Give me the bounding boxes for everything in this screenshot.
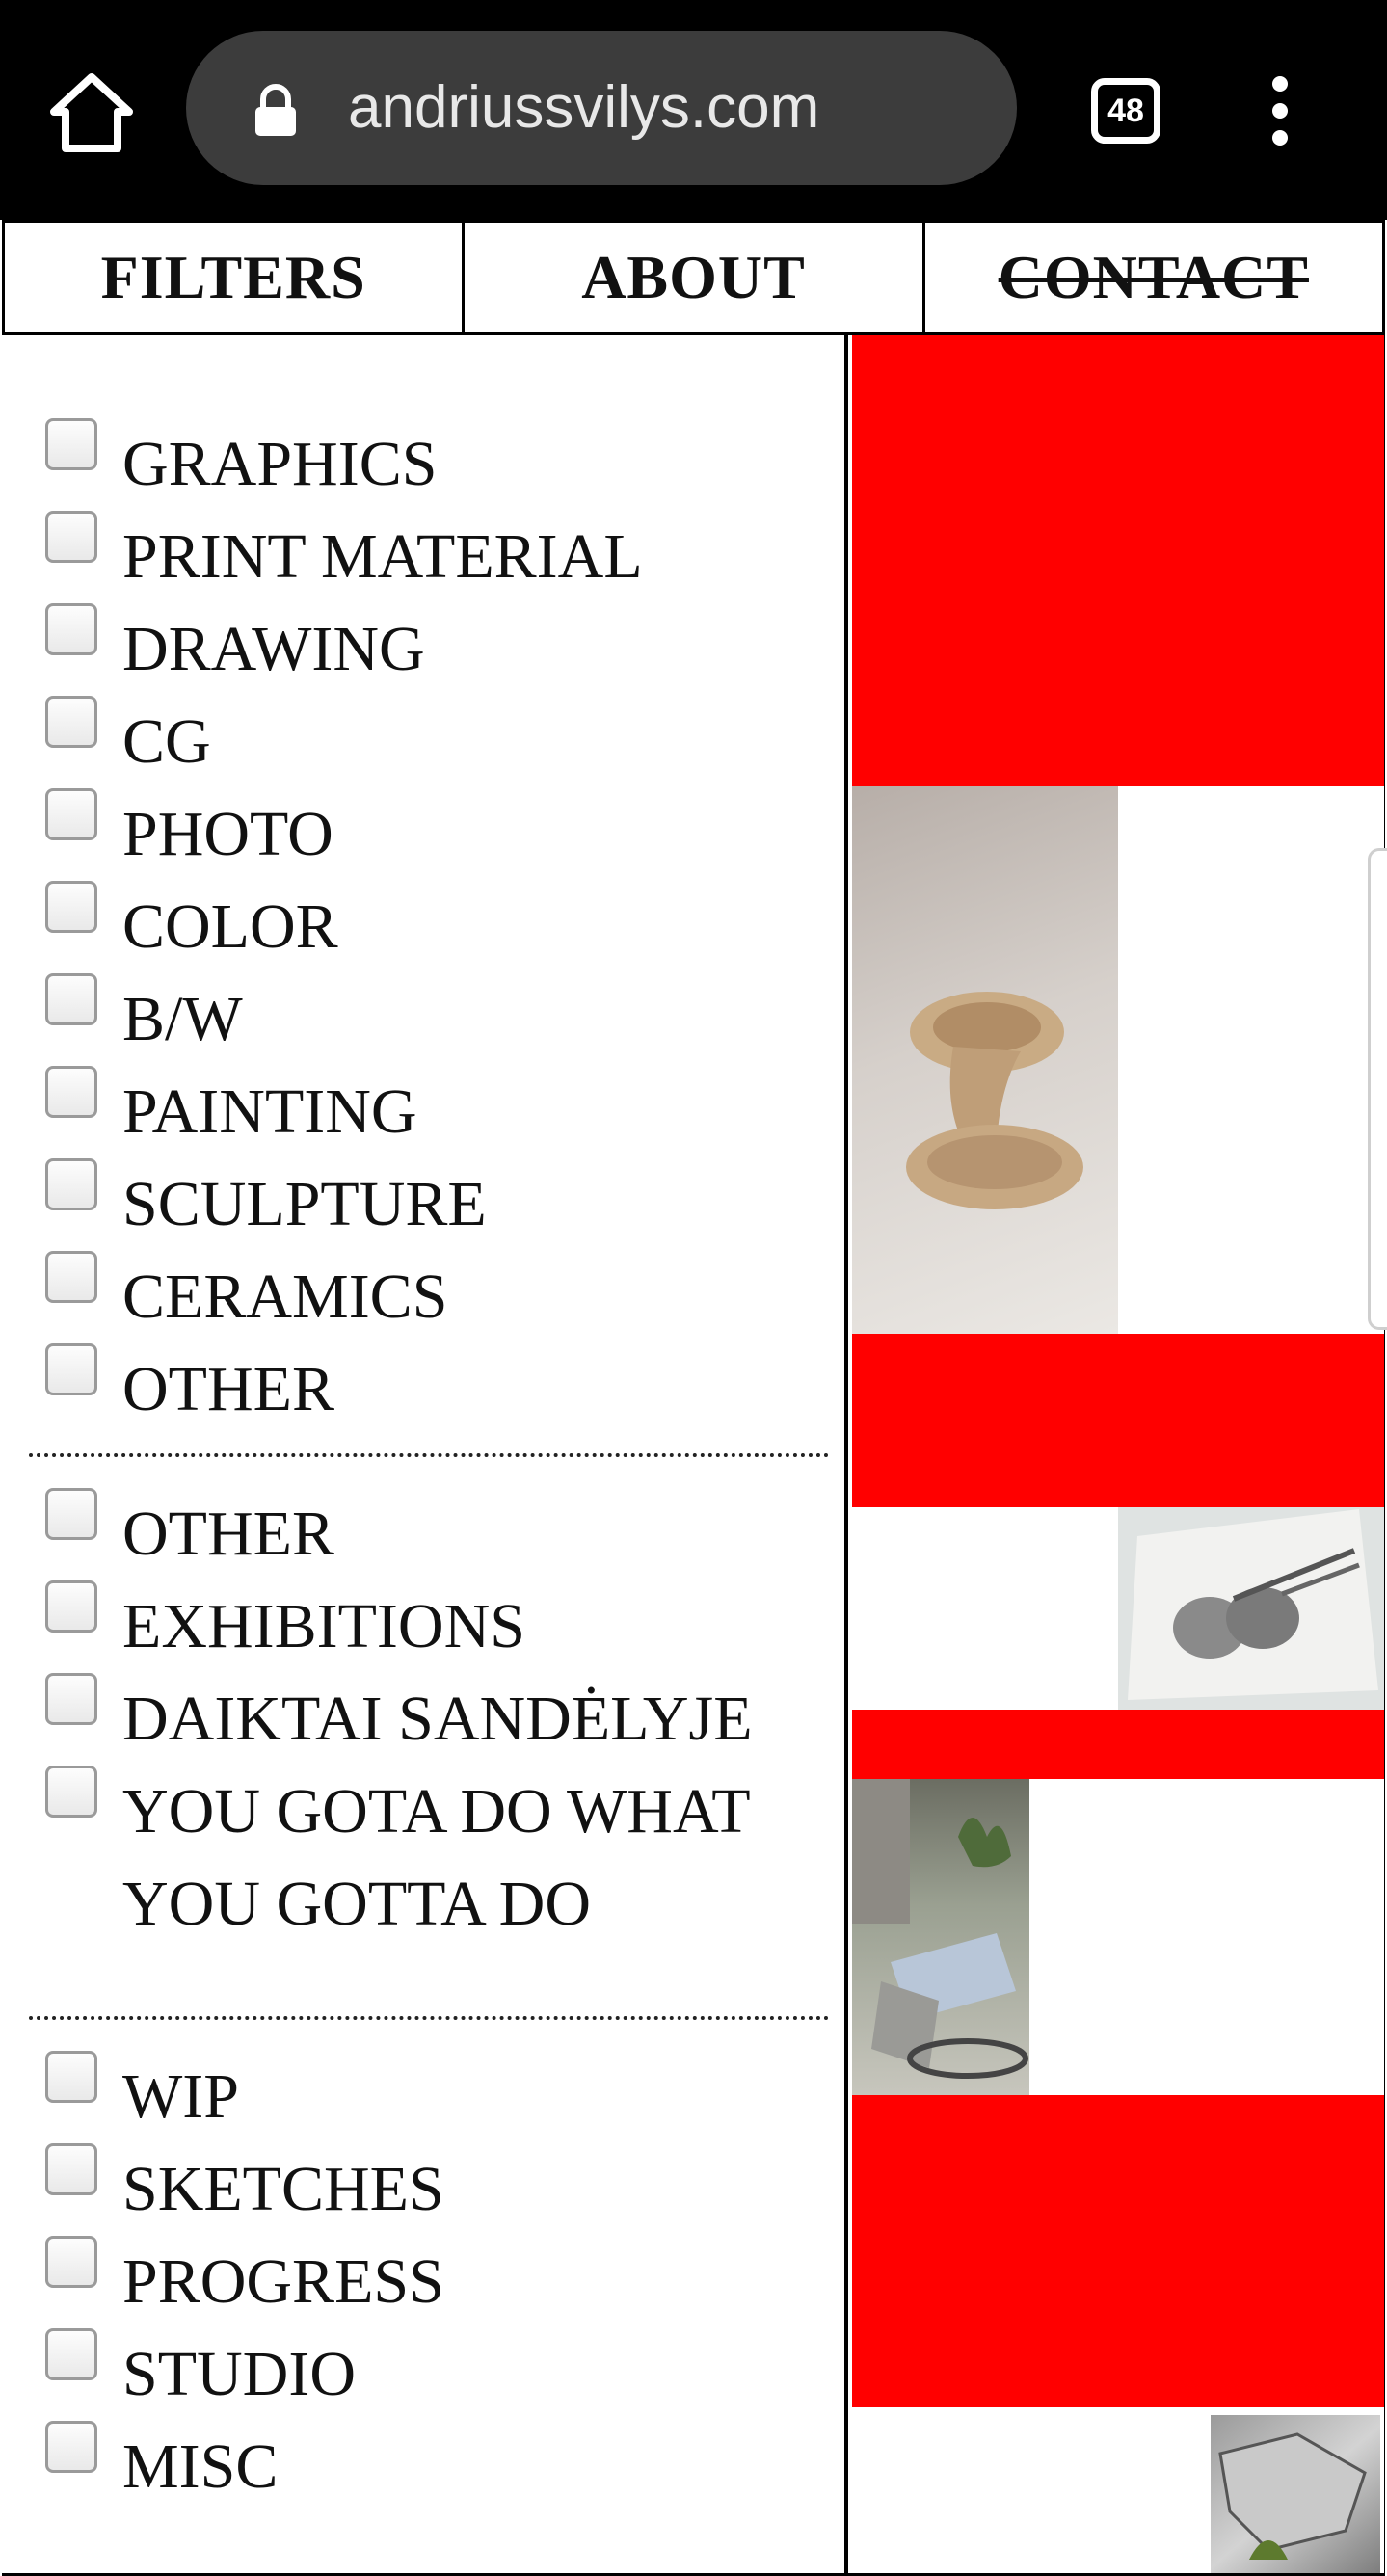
- home-icon[interactable]: [48, 69, 135, 156]
- filter-row[interactable]: YOU GOTA DO WHAT YOU GOTTA DO: [45, 1694, 836, 1939]
- filter-checkbox[interactable]: [45, 1766, 97, 1818]
- studio-photo[interactable]: [852, 1779, 1029, 2095]
- pencil-drawing-photo[interactable]: [1118, 1507, 1384, 1710]
- studio-photo-icon: [852, 1779, 1028, 2079]
- filter-row[interactable]: SCULPTURE: [45, 1087, 836, 1239]
- url-text: andriussvilys.com: [348, 74, 820, 141]
- filter-row[interactable]: MISC: [45, 2350, 836, 2502]
- filter-label: MISC: [122, 2431, 279, 2502]
- filter-label: YOU GOTA DO WHAT YOU GOTTA DO: [122, 1776, 750, 1939]
- red-block: [852, 1710, 1384, 1779]
- filter-row[interactable]: PROGRESS: [45, 2164, 836, 2317]
- crumpled-paper-icon: [1218, 2432, 1367, 2560]
- nav-filters-label: FILTERS: [100, 243, 366, 311]
- nav-about-label: ABOUT: [581, 243, 806, 311]
- filter-row[interactable]: PAINTING: [45, 995, 836, 1147]
- red-block: [852, 2095, 1384, 2407]
- pencil-drawing-icon: [1128, 1509, 1378, 1700]
- nav-contact[interactable]: CONTACT: [921, 223, 1382, 332]
- filter-row[interactable]: PHOTO: [45, 717, 836, 869]
- gallery-column: [852, 335, 1384, 2573]
- crumpled-paper-photo[interactable]: [1211, 2415, 1380, 2573]
- filter-row[interactable]: B/W: [45, 902, 836, 1054]
- tab-switcher-icon[interactable]: 48: [1091, 78, 1160, 144]
- filter-row[interactable]: OTHER: [45, 1417, 836, 1569]
- filter-row[interactable]: DRAWING: [45, 532, 836, 684]
- filter-row[interactable]: DAIKTAI SANDĖLYJE: [45, 1602, 836, 1754]
- nav-contact-label: CONTACT: [998, 243, 1309, 311]
- scrollbar-handle[interactable]: [1368, 848, 1387, 1330]
- nav-filters[interactable]: FILTERS: [5, 223, 462, 332]
- filter-row[interactable]: EXHIBITIONS: [45, 1509, 836, 1661]
- filter-row[interactable]: SKETCHES: [45, 2072, 836, 2224]
- filter-group-process: WIP SKETCHES PROGRESS STUDIO MISC: [45, 2051, 836, 2502]
- red-block: [852, 1334, 1384, 1507]
- ceramic-sculpture-photo[interactable]: [852, 786, 1118, 1334]
- filter-checkbox[interactable]: [45, 2421, 97, 2473]
- browser-toolbar: andriussvilys.com 48: [0, 0, 1387, 220]
- filter-row[interactable]: CERAMICS: [45, 1180, 836, 1332]
- filter-row[interactable]: PRINT MATERIAL: [45, 439, 836, 592]
- filter-row[interactable]: STUDIO: [45, 2257, 836, 2409]
- red-block: [852, 335, 1384, 786]
- lock-icon: [255, 84, 296, 136]
- filter-group-projects: OTHER EXHIBITIONS DAIKTAI SANDĖLYJE YOU …: [45, 1488, 836, 1939]
- ceramic-sculpture-icon: [906, 992, 1083, 1209]
- filter-row[interactable]: WIP: [45, 1979, 836, 2132]
- filter-group-media: GRAPHICS PRINT MATERIAL DRAWING CG PHOTO…: [45, 347, 836, 1424]
- filter-row[interactable]: GRAPHICS: [45, 347, 836, 499]
- filters-panel: GRAPHICS PRINT MATERIAL DRAWING CG PHOTO…: [2, 335, 848, 2573]
- site-nav: FILTERS ABOUT CONTACT: [2, 220, 1385, 335]
- address-bar[interactable]: andriussvilys.com: [186, 31, 1017, 185]
- filter-row[interactable]: CG: [45, 624, 836, 777]
- more-vert-icon[interactable]: [1261, 75, 1299, 146]
- filter-row[interactable]: OTHER: [45, 1272, 836, 1424]
- filter-checkbox[interactable]: [45, 1343, 97, 1395]
- filter-row[interactable]: COLOR: [45, 810, 836, 962]
- nav-about[interactable]: ABOUT: [462, 223, 921, 332]
